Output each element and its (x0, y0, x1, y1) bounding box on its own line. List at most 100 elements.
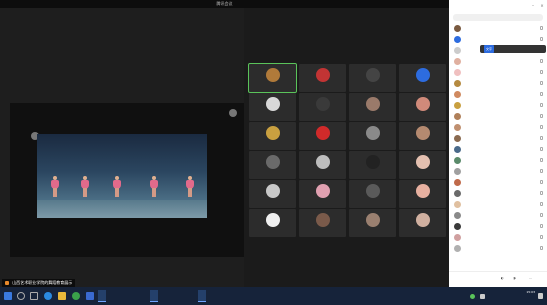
microphone-icon[interactable] (540, 246, 543, 250)
participant-tile[interactable] (399, 209, 446, 237)
participant-tile[interactable] (249, 180, 296, 208)
footer-action-more[interactable]: ⋯ (529, 276, 532, 280)
participant-search-input[interactable] (453, 14, 543, 21)
microphone-icon[interactable] (540, 114, 543, 118)
activation-watermark: 激活 Windows (480, 262, 507, 267)
floating-control-right[interactable] (229, 109, 237, 117)
microphone-icon[interactable] (540, 125, 543, 129)
participant-list-item[interactable] (449, 56, 547, 67)
chrome-icon[interactable] (72, 292, 80, 300)
start-menu-icon[interactable] (4, 292, 12, 300)
participant-tile[interactable] (299, 151, 346, 179)
participant-list-item[interactable] (449, 144, 547, 155)
participant-tile[interactable] (399, 180, 446, 208)
participant-avatar (316, 184, 330, 198)
browser-icon[interactable] (44, 292, 52, 300)
shared-video[interactable] (37, 134, 207, 218)
taskbar-clock[interactable]: 15:03 (526, 290, 535, 295)
participant-list-item[interactable] (449, 78, 547, 89)
notification-icon[interactable] (538, 293, 543, 299)
participant-list-item[interactable] (449, 100, 547, 111)
participant-tile[interactable] (249, 151, 296, 179)
tray-volume-icon[interactable] (480, 294, 485, 299)
participant-tile[interactable] (399, 122, 446, 150)
participant-tile[interactable] (299, 93, 346, 121)
search-icon[interactable] (17, 292, 25, 300)
participant-tile[interactable] (299, 64, 346, 92)
tray-network-icon[interactable] (470, 294, 475, 299)
participant-list-item[interactable] (449, 166, 547, 177)
minimize-icon[interactable]: – (529, 0, 537, 12)
footer-action-mute-all[interactable]: ◐ (501, 276, 504, 280)
participant-avatar (454, 201, 461, 208)
participant-list-item[interactable] (449, 133, 547, 144)
microphone-icon[interactable] (540, 70, 543, 74)
participant-tile[interactable] (249, 122, 296, 150)
taskbar-app-meeting-window[interactable] (150, 290, 158, 302)
microphone-icon[interactable] (540, 191, 543, 195)
participant-tile[interactable] (248, 63, 297, 93)
close-icon[interactable]: × (538, 0, 546, 12)
participant-list-item[interactable] (449, 177, 547, 188)
participant-avatar (366, 184, 380, 198)
participant-avatar (316, 126, 330, 140)
microphone-icon[interactable] (540, 147, 543, 151)
tooltip-tag: 文字 (484, 45, 495, 53)
participant-tile[interactable] (349, 209, 396, 237)
participant-avatar (266, 184, 280, 198)
participant-avatar (416, 68, 430, 82)
microphone-icon[interactable] (540, 136, 543, 140)
participant-list-item[interactable] (449, 232, 547, 243)
app-icon[interactable] (86, 292, 94, 300)
participant-avatar (316, 155, 330, 169)
participant-tile[interactable] (399, 93, 446, 121)
participant-list-item[interactable] (449, 122, 547, 133)
microphone-icon[interactable] (540, 92, 543, 96)
participant-tile[interactable] (349, 151, 396, 179)
file-explorer-icon[interactable] (58, 292, 66, 300)
microphone-icon[interactable] (540, 37, 543, 41)
participant-tile[interactable] (349, 64, 396, 92)
participant-tile[interactable] (299, 209, 346, 237)
participant-list-item[interactable] (449, 199, 547, 210)
participant-tile[interactable] (349, 93, 396, 121)
participant-list-item[interactable] (449, 23, 547, 34)
participant-avatar (454, 179, 461, 186)
microphone-icon[interactable] (540, 158, 543, 162)
footer-action-invite[interactable]: ◑ (513, 276, 516, 280)
participant-list-item[interactable] (449, 243, 547, 254)
dancer-figure (50, 176, 60, 197)
microphone-icon[interactable] (540, 59, 543, 63)
participant-tile[interactable] (249, 209, 296, 237)
microphone-icon[interactable] (540, 235, 543, 239)
microphone-icon[interactable] (540, 169, 543, 173)
participant-tile[interactable] (349, 122, 396, 150)
participant-list-item[interactable] (449, 188, 547, 199)
participant-list-item[interactable] (449, 89, 547, 100)
participant-avatar (366, 213, 380, 227)
task-view-icon[interactable] (30, 292, 38, 300)
taskbar-app-wechat[interactable] (198, 290, 206, 302)
participant-tile[interactable] (249, 93, 296, 121)
participant-list-item[interactable] (449, 111, 547, 122)
participant-list-item[interactable] (449, 34, 547, 45)
microphone-icon[interactable] (540, 103, 543, 107)
participant-list-item[interactable] (449, 67, 547, 78)
participant-tile[interactable] (349, 180, 396, 208)
participant-tile[interactable] (299, 180, 346, 208)
microphone-icon[interactable] (540, 180, 543, 184)
microphone-icon[interactable] (540, 202, 543, 206)
microphone-icon[interactable] (540, 213, 543, 217)
microphone-icon[interactable] (540, 26, 543, 30)
participant-avatar (266, 213, 280, 227)
microphone-icon[interactable] (540, 81, 543, 85)
participant-list-item[interactable] (449, 221, 547, 232)
participant-tile[interactable] (299, 122, 346, 150)
participant-list-item[interactable] (449, 155, 547, 166)
taskbar-app-tencent-meeting[interactable] (98, 290, 106, 302)
participant-tile[interactable] (399, 64, 446, 92)
participant-avatar (454, 113, 461, 120)
participant-list-item[interactable] (449, 210, 547, 221)
participant-tile[interactable] (399, 151, 446, 179)
microphone-icon[interactable] (540, 224, 543, 228)
